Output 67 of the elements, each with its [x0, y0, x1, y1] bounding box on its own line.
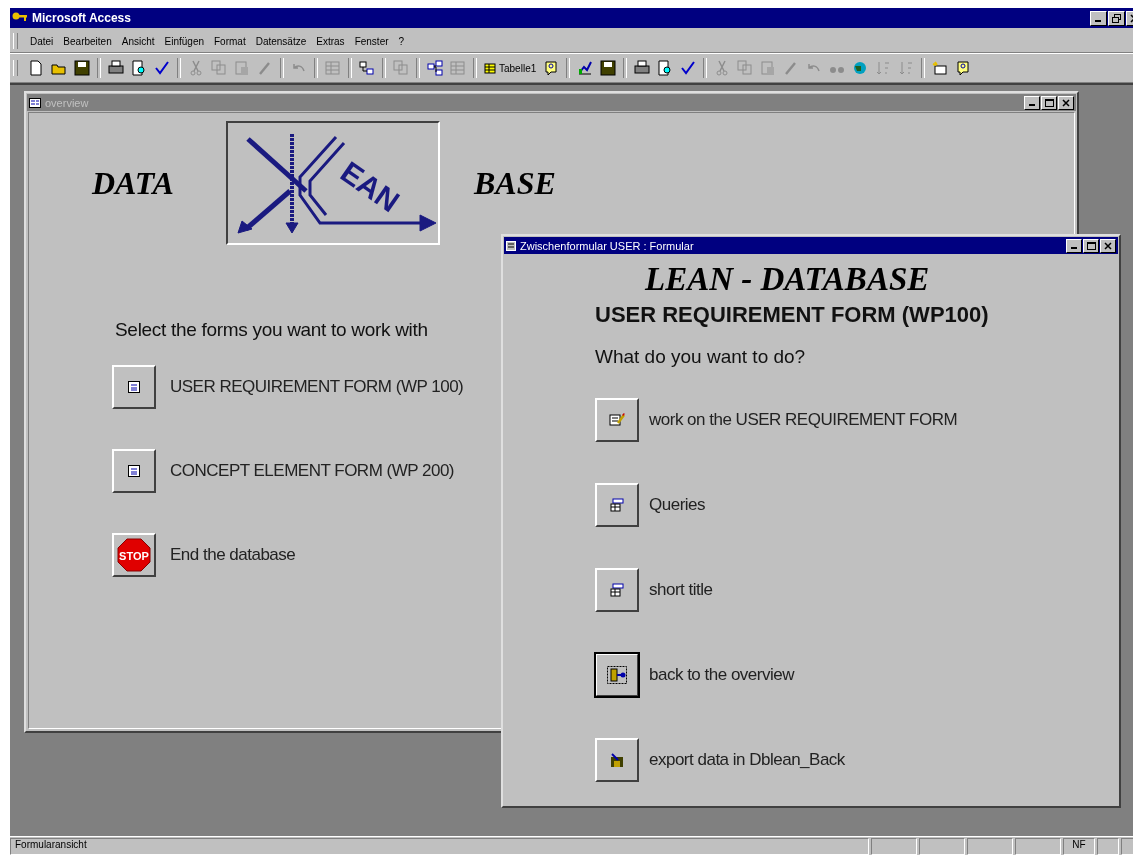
action-button[interactable]	[595, 568, 639, 612]
disk-icon[interactable]	[71, 57, 93, 79]
status-panel	[919, 837, 965, 855]
disk-export-icon	[610, 753, 624, 767]
menu-item[interactable]: ?	[394, 35, 409, 47]
menu-item[interactable]: Bearbeiten	[59, 35, 116, 47]
form-subheading: USER REQUIREMENT FORM (WP100)	[595, 302, 990, 328]
menu-item[interactable]: Datei	[26, 35, 58, 47]
action-button[interactable]	[595, 738, 639, 782]
close-button[interactable]	[1058, 95, 1074, 110]
close-icon	[1104, 241, 1112, 250]
status-text: Formularansicht	[10, 837, 869, 855]
menu-item[interactable]: Ansicht	[117, 35, 159, 47]
maximize-button[interactable]	[1041, 95, 1057, 110]
close-icon	[1062, 98, 1070, 107]
button-label: Queries	[649, 495, 706, 515]
form-icon	[29, 97, 41, 108]
table-icon	[484, 62, 496, 74]
exit-door-icon	[606, 665, 628, 685]
action-button[interactable]	[595, 398, 639, 442]
menu-item[interactable]: Fenster	[350, 35, 393, 47]
form-heading: LEAN - DATABASE	[645, 261, 931, 298]
lean-logo-drawing: EAN	[230, 125, 436, 241]
button-label: work on the USER REQUIREMENT FORM	[649, 410, 958, 430]
question-text: What do you want to do?	[595, 346, 807, 368]
status-panel	[871, 837, 917, 855]
button-label: End the database	[170, 545, 296, 565]
logo-word: DATA	[92, 164, 175, 202]
button-label: short title	[649, 580, 713, 600]
maximize-icon	[1086, 241, 1096, 250]
close-button[interactable]	[1100, 238, 1116, 253]
logo-word: BASE	[474, 164, 557, 202]
table-button[interactable]: Tabelle1	[481, 57, 540, 79]
edit-form-icon	[609, 413, 625, 427]
form-icon	[127, 380, 141, 394]
minimize-button[interactable]	[1024, 95, 1040, 110]
relationship-icon[interactable]	[424, 57, 446, 79]
minimize-button[interactable]	[1066, 238, 1082, 253]
menu-item[interactable]: Extras	[312, 35, 349, 47]
window-title: overview	[45, 96, 89, 109]
button-label: export data in Dblean_Back	[649, 750, 845, 770]
status-panel	[967, 837, 1013, 855]
form-open-button[interactable]	[112, 365, 156, 409]
maximize-button[interactable]	[1083, 238, 1099, 253]
action-button[interactable]	[595, 653, 639, 697]
form-icon	[127, 464, 141, 478]
action-button[interactable]	[595, 483, 639, 527]
menu-item[interactable]: Einfügen	[160, 35, 208, 47]
menu-item[interactable]: Datensätze	[251, 35, 311, 47]
restore-icon	[1112, 13, 1121, 23]
button-label: USER REQUIREMENT FORM (WP 100)	[170, 377, 464, 397]
status-panel	[1097, 837, 1119, 855]
minimize-button[interactable]	[1090, 10, 1107, 26]
button-label: CONCEPT ELEMENT FORM (WP 200)	[170, 461, 454, 481]
instruction-text: Select the forms you want to work with	[115, 319, 429, 341]
status-indicator: NF	[1063, 837, 1095, 855]
restore-button[interactable]	[1108, 10, 1125, 26]
maximize-icon	[1044, 98, 1054, 107]
form-open-button[interactable]	[112, 449, 156, 493]
menu-item[interactable]: Format	[210, 35, 250, 47]
button-label: back to the overview	[649, 665, 794, 685]
form-icon	[506, 240, 516, 251]
query-icon	[610, 583, 624, 597]
window-title: Zwischenformular USER : Formular	[520, 239, 694, 252]
app-title: Microsoft Access	[32, 11, 131, 25]
status-panel	[1015, 837, 1061, 855]
query-icon	[610, 498, 624, 512]
